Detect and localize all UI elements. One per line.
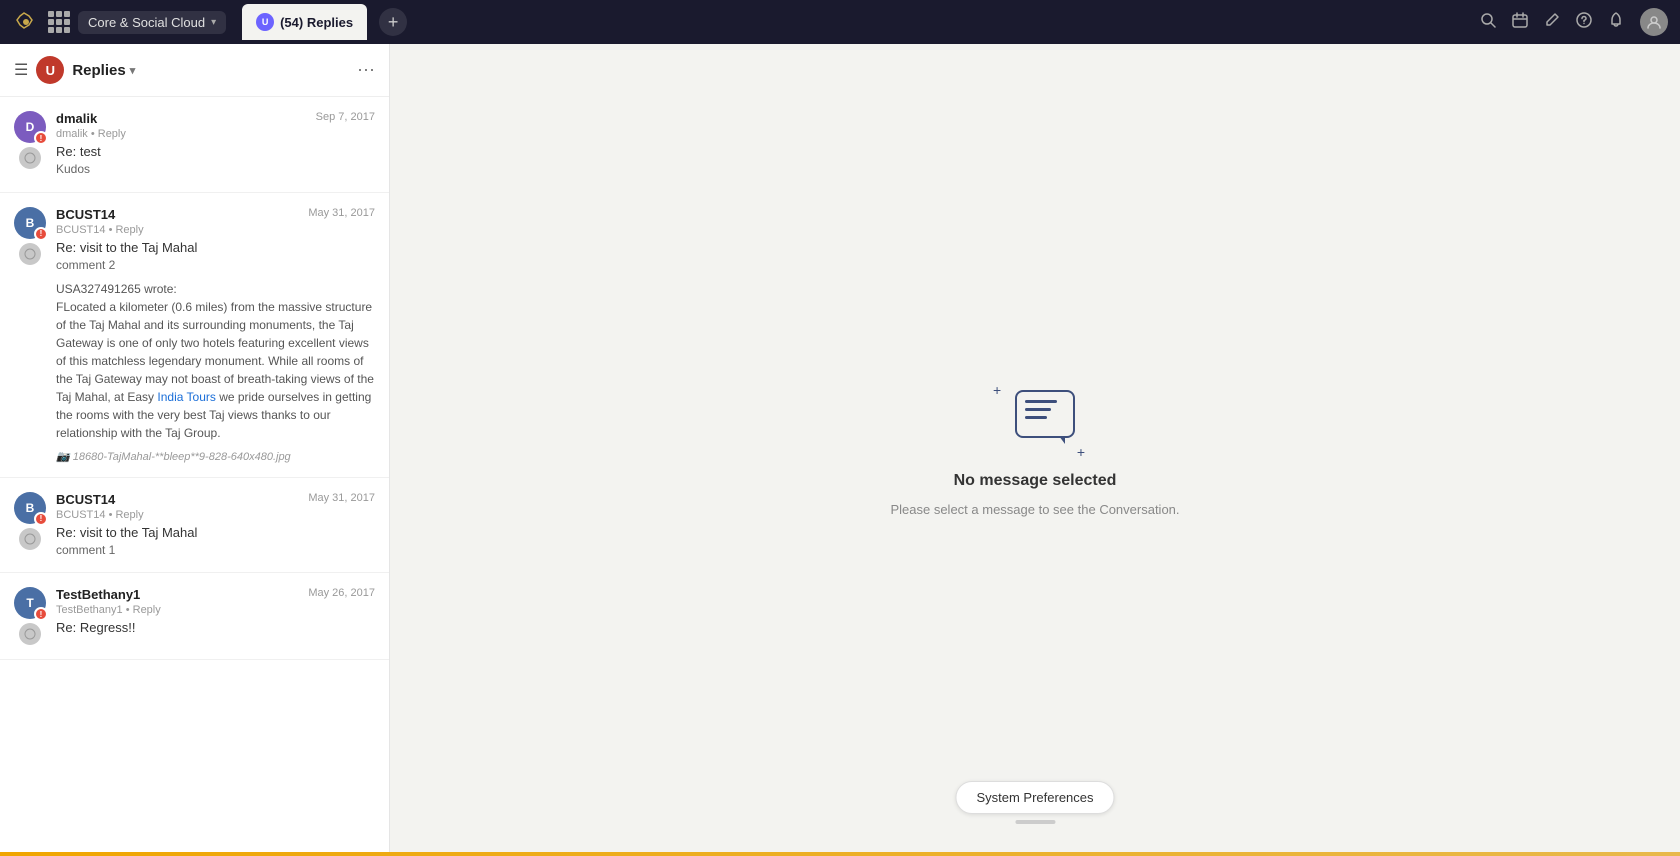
india-tours-link[interactable]: India Tours (157, 390, 215, 404)
system-preferences-button[interactable]: System Preferences (955, 781, 1114, 814)
grid-menu-icon[interactable] (48, 11, 70, 33)
message-subject: Re: test (56, 144, 375, 159)
brand-selector[interactable]: Core & Social Cloud ▾ (78, 11, 226, 34)
message-author: dmalik (56, 111, 97, 126)
no-message-title: No message selected (954, 472, 1117, 490)
add-tab-button[interactable]: + (379, 8, 407, 36)
message-meta: dmalik • Reply (56, 128, 375, 140)
message-content: BCUST14 May 31, 2017 BCUST14 • Reply Re:… (56, 207, 375, 463)
left-panel: ☰ U Replies ▾ ⋯ D ! (0, 44, 390, 852)
avatar-status-badge: ! (34, 227, 48, 241)
image-attachment: 📷 18680-TajMahal-**bleep**9-828-640x480.… (56, 450, 375, 463)
plus-decoration-right: + (1077, 444, 1085, 460)
hamburger-icon[interactable]: ☰ (14, 60, 28, 80)
search-icon[interactable] (1480, 12, 1496, 33)
reply-thread-avatar (19, 147, 41, 169)
message-author: TestBethany1 (56, 587, 140, 602)
no-message-state: + + No message selected Please select a … (890, 380, 1179, 517)
avatar-column: B ! (14, 207, 46, 463)
reply-thread-avatar (19, 528, 41, 550)
message-date: May 26, 2017 (308, 587, 375, 599)
message-header: BCUST14 May 31, 2017 (56, 207, 375, 222)
message-author: BCUST14 (56, 207, 115, 222)
message-meta: BCUST14 • Reply (56, 224, 375, 236)
top-bar: Core & Social Cloud ▾ U (54) Replies + (0, 0, 1680, 44)
message-subject: Re: Regress!! (56, 620, 375, 635)
message-date: Sep 7, 2017 (316, 111, 375, 123)
avatar-column: T ! (14, 587, 46, 645)
chat-line-1 (1025, 400, 1057, 403)
app-logo (12, 8, 40, 36)
message-header: dmalik Sep 7, 2017 (56, 111, 375, 126)
message-date: May 31, 2017 (308, 492, 375, 504)
message-header: TestBethany1 May 26, 2017 (56, 587, 375, 602)
message-body: Kudos (56, 161, 375, 178)
replies-tab[interactable]: U (54) Replies (242, 4, 367, 40)
message-header: BCUST14 May 31, 2017 (56, 492, 375, 507)
message-content: dmalik Sep 7, 2017 dmalik • Reply Re: te… (56, 111, 375, 178)
right-panel: + + No message selected Please select a … (390, 44, 1680, 852)
system-prefs-bar: System Preferences (955, 781, 1114, 824)
chat-line-2 (1025, 408, 1051, 411)
avatar: B ! (14, 492, 46, 524)
avatar-column: D ! (14, 111, 46, 178)
avatar-column: B ! (14, 492, 46, 559)
bottom-accent-bar (0, 852, 1680, 856)
tab-bar: U (54) Replies (242, 4, 367, 40)
list-item[interactable]: B ! BCUST14 May 31, 2017 BCUST14 • Reply (0, 478, 389, 574)
message-content: TestBethany1 May 26, 2017 TestBethany1 •… (56, 587, 375, 645)
message-author: BCUST14 (56, 492, 115, 507)
reply-thread-avatar (19, 623, 41, 645)
help-icon[interactable] (1576, 12, 1592, 33)
panel-title-chevron: ▾ (130, 64, 136, 77)
avatar: B ! (14, 207, 46, 239)
calendar-icon[interactable] (1512, 12, 1528, 33)
avatar-status-badge: ! (34, 131, 48, 145)
drag-handle (1015, 820, 1055, 824)
top-bar-left: Core & Social Cloud ▾ U (54) Replies + (12, 4, 1480, 40)
chat-bubble-icon (1015, 390, 1075, 438)
message-meta: TestBethany1 • Reply (56, 604, 375, 616)
message-quote: USA327491265 wrote: FLocated a kilometer… (56, 280, 375, 442)
avatar: D ! (14, 111, 46, 143)
message-body: comment 1 (56, 542, 375, 559)
chat-bubble-lines (1017, 392, 1073, 427)
chat-icon-wrapper: + + (985, 380, 1085, 460)
list-item[interactable]: T ! TestBethany1 May 26, 2017 TestBethan (0, 573, 389, 660)
brand-chevron: ▾ (211, 17, 216, 28)
notification-icon[interactable] (1608, 12, 1624, 33)
reply-thread-avatar (19, 243, 41, 265)
message-content: BCUST14 May 31, 2017 BCUST14 • Reply Re:… (56, 492, 375, 559)
tab-label: (54) Replies (280, 15, 353, 30)
main-layout: ☰ U Replies ▾ ⋯ D ! (0, 44, 1680, 852)
edit-icon[interactable] (1544, 12, 1560, 33)
panel-logo: U (36, 56, 64, 84)
message-subject: Re: visit to the Taj Mahal (56, 525, 375, 540)
brand-label: Core & Social Cloud (88, 15, 205, 30)
message-body: comment 2 (56, 257, 375, 274)
list-item[interactable]: B ! BCUST14 May 31, 2017 BCUST14 • Reply (0, 193, 389, 478)
message-subject: Re: visit to the Taj Mahal (56, 240, 375, 255)
message-list: D ! dmalik Sep 7, 2017 dmalik • Reply (0, 97, 389, 852)
panel-title[interactable]: Replies ▾ (72, 62, 135, 79)
avatar-status-badge: ! (34, 607, 48, 621)
panel-header: ☰ U Replies ▾ ⋯ (0, 44, 389, 97)
panel-more-button[interactable]: ⋯ (357, 60, 375, 81)
plus-decoration-left: + (993, 382, 1001, 398)
tab-avatar: U (256, 13, 274, 31)
message-meta: BCUST14 • Reply (56, 509, 375, 521)
top-bar-right (1480, 8, 1668, 36)
avatar: T ! (14, 587, 46, 619)
user-avatar[interactable] (1640, 8, 1668, 36)
no-message-subtitle: Please select a message to see the Conve… (890, 502, 1179, 517)
list-item[interactable]: D ! dmalik Sep 7, 2017 dmalik • Reply (0, 97, 389, 193)
avatar-status-badge: ! (34, 512, 48, 526)
message-date: May 31, 2017 (308, 207, 375, 219)
chat-line-3 (1025, 416, 1047, 419)
